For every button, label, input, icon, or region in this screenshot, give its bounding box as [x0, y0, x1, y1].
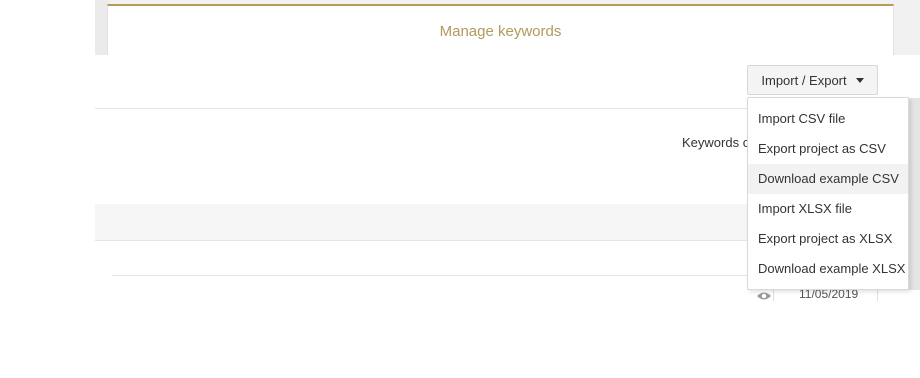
keywords-label: Keywords c: [682, 135, 747, 150]
caret-down-icon: [855, 77, 864, 83]
page: Manage keywords Import / Export Keywords…: [0, 0, 920, 378]
import-export-label: Import / Export: [761, 72, 847, 88]
import-export-menu: Import CSV file Export project as CSV Do…: [747, 97, 909, 290]
tab-manage-keywords[interactable]: Manage keywords: [107, 4, 894, 56]
menu-item-import-xlsx[interactable]: Import XLSX file: [748, 194, 908, 224]
eye-icon[interactable]: [756, 291, 772, 301]
menu-item-download-example-xlsx[interactable]: Download example XLSX: [748, 254, 908, 284]
menu-item-import-csv[interactable]: Import CSV file: [748, 104, 908, 134]
menu-item-export-csv[interactable]: Export project as CSV: [748, 134, 908, 164]
menu-item-export-xlsx[interactable]: Export project as XLSX: [748, 224, 908, 254]
import-export-button[interactable]: Import / Export: [747, 65, 878, 95]
menu-item-download-example-csv[interactable]: Download example CSV: [748, 164, 908, 194]
dropdown-shadow: [909, 98, 920, 290]
tab-title: Manage keywords: [439, 23, 562, 40]
